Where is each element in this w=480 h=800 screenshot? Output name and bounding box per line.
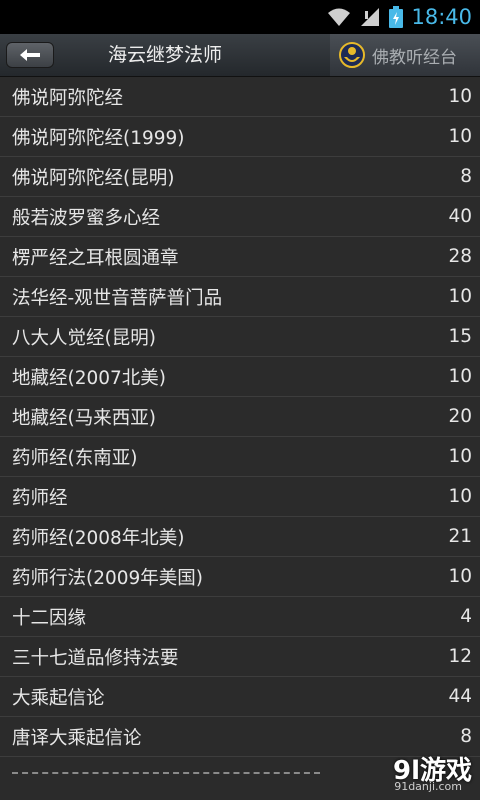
item-count: 10	[448, 86, 472, 107]
item-count: 10	[448, 286, 472, 307]
list-item[interactable]: 佛说阿弥陀经 10	[0, 77, 480, 117]
item-title: 药师行法(2009年美国)	[12, 567, 204, 589]
item-count: 44	[448, 686, 472, 707]
item-count: 8	[460, 166, 472, 187]
item-title: 般若波罗蜜多心经	[12, 207, 161, 229]
item-count: 10	[448, 566, 472, 587]
list-item[interactable]: 法华经-观世音菩萨普门品 10	[0, 277, 480, 317]
watermark: 9l游戏 91danji.com	[368, 750, 472, 794]
item-count: 20	[448, 406, 472, 427]
item-title: 大乘起信论	[12, 687, 105, 709]
item-title: 佛说阿弥陀经(1999)	[12, 127, 185, 149]
item-title: 药师经(2008年北美)	[12, 527, 185, 549]
list-end-divider	[12, 772, 320, 774]
back-arrow-icon	[20, 49, 40, 61]
item-title: 药师经(东南亚)	[12, 447, 138, 469]
item-title: 楞严经之耳根圆通章	[12, 247, 179, 269]
item-title: 法华经-观世音菩萨普门品	[12, 287, 223, 309]
status-time: 18:40	[411, 5, 472, 29]
item-count: 10	[448, 486, 472, 507]
brand-badge: 佛教听经台	[330, 34, 480, 76]
buddha-logo-icon	[339, 42, 365, 68]
item-title: 唐译大乘起信论	[12, 727, 142, 749]
list-item[interactable]: 地藏经(马来西亚) 20	[0, 397, 480, 437]
item-count: 8	[460, 726, 472, 747]
list-item[interactable]: 楞严经之耳根圆通章 28	[0, 237, 480, 277]
item-title: 十二因缘	[12, 607, 87, 629]
list-item[interactable]: 地藏经(2007北美) 10	[0, 357, 480, 397]
list-item[interactable]: 药师行法(2009年美国) 10	[0, 557, 480, 597]
item-title: 地藏经(马来西亚)	[12, 407, 156, 429]
list-item[interactable]: 药师经 10	[0, 477, 480, 517]
item-title: 药师经	[12, 487, 68, 509]
item-count: 21	[448, 526, 472, 547]
sutra-list: 佛说阿弥陀经 10 佛说阿弥陀经(1999) 10 佛说阿弥陀经(昆明) 8 般若波罗…	[0, 77, 480, 757]
signal-icon	[359, 7, 381, 27]
watermark-url: 91danji.com	[394, 780, 462, 793]
battery-charging-icon	[389, 6, 404, 28]
list-item[interactable]: 般若波罗蜜多心经 40	[0, 197, 480, 237]
wifi-icon	[327, 7, 351, 27]
item-title: 佛说阿弥陀经	[12, 87, 124, 109]
item-count: 4	[460, 606, 472, 627]
status-bar: 18:40	[0, 0, 480, 34]
item-title: 地藏经(2007北美)	[12, 367, 167, 389]
item-title: 八大人觉经(昆明)	[12, 327, 156, 349]
item-count: 10	[448, 446, 472, 467]
item-count: 15	[448, 326, 472, 347]
item-count: 10	[448, 366, 472, 387]
list-item[interactable]: 药师经(2008年北美) 21	[0, 517, 480, 557]
item-count: 28	[448, 246, 472, 267]
item-title: 三十七道品修持法要	[12, 647, 179, 669]
item-title: 佛说阿弥陀经(昆明)	[12, 167, 175, 189]
list-item[interactable]: 药师经(东南亚) 10	[0, 437, 480, 477]
item-count: 40	[448, 206, 472, 227]
page-title: 海云继梦法师	[108, 44, 223, 66]
list-item[interactable]: 八大人觉经(昆明) 15	[0, 317, 480, 357]
item-count: 10	[448, 126, 472, 147]
title-bar: 海云继梦法师 佛教听经台	[0, 34, 480, 77]
list-item[interactable]: 大乘起信论 44	[0, 677, 480, 717]
list-item[interactable]: 佛说阿弥陀经(昆明) 8	[0, 157, 480, 197]
list-item[interactable]: 三十七道品修持法要 12	[0, 637, 480, 677]
brand-name: 佛教听经台	[372, 47, 457, 68]
back-button[interactable]	[6, 42, 54, 68]
item-count: 12	[448, 646, 472, 667]
list-item[interactable]: 十二因缘 4	[0, 597, 480, 637]
list-item[interactable]: 佛说阿弥陀经(1999) 10	[0, 117, 480, 157]
